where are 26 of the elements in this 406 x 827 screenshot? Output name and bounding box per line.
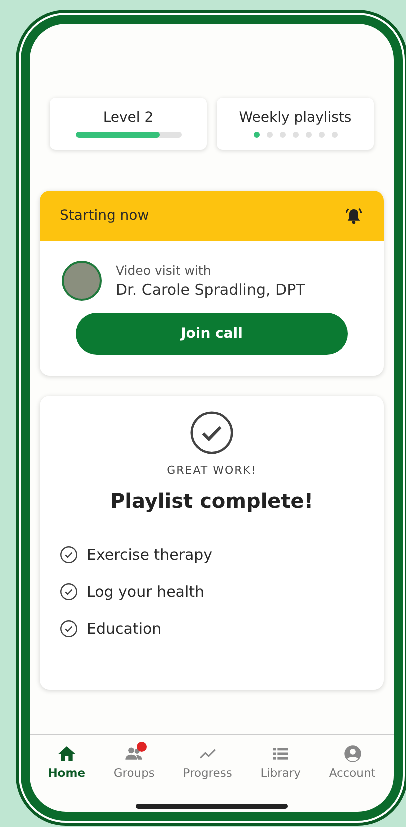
check-circle-icon bbox=[189, 410, 235, 456]
tab-item[interactable]: Account bbox=[329, 744, 376, 780]
join-call-button[interactable]: Join call bbox=[76, 313, 348, 355]
ringing-bell-icon bbox=[344, 207, 364, 225]
check-circle-icon bbox=[60, 620, 78, 638]
stat-title: Weekly playlists bbox=[239, 110, 352, 126]
provider-name: Dr. Carole Spradling, DPT bbox=[116, 281, 306, 299]
stat-card[interactable]: Weekly playlists bbox=[217, 98, 374, 150]
tab-item[interactable]: Home bbox=[48, 744, 86, 780]
checklist-text: Log your health bbox=[87, 583, 205, 601]
checklist-text: Education bbox=[87, 620, 162, 638]
account-icon bbox=[342, 744, 363, 764]
checklist-text: Exercise therapy bbox=[87, 546, 213, 564]
banner-text: Starting now bbox=[60, 208, 150, 224]
check-circle-icon bbox=[60, 583, 78, 601]
avatar-photo-placeholder bbox=[62, 261, 102, 301]
tab-item[interactable]: Library bbox=[260, 744, 301, 780]
stat-card[interactable]: Level 2 bbox=[50, 98, 207, 150]
check-circle-icon bbox=[60, 546, 78, 564]
visit-label: Video visit with bbox=[116, 263, 212, 278]
card-title: Playlist complete! bbox=[110, 489, 314, 513]
eyebrow-text: GREAT WORK! bbox=[167, 464, 257, 477]
stat-title: Level 2 bbox=[103, 110, 154, 126]
home-icon bbox=[56, 744, 77, 764]
tab-item[interactable]: Progress bbox=[183, 744, 232, 780]
tab-item[interactable]: Groups bbox=[114, 744, 155, 780]
